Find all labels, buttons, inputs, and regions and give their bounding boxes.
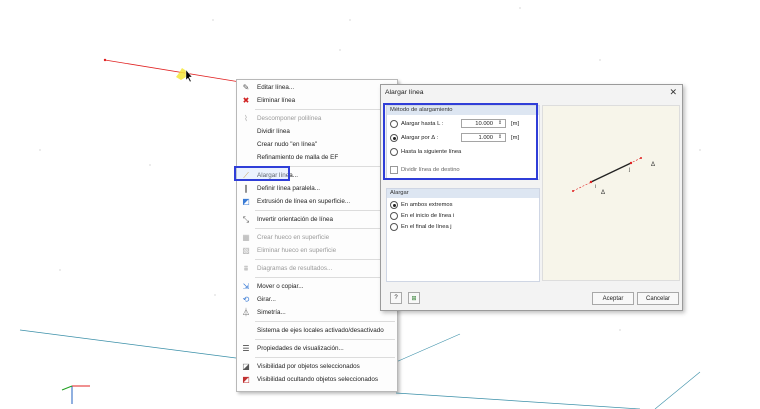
- menu-separator: [255, 357, 395, 358]
- move-icon: ⇲: [242, 282, 250, 291]
- menu-item-delete-line[interactable]: ✖ Eliminar línea: [237, 94, 397, 107]
- menu-item-edit-line[interactable]: ✎ Editar línea...: [237, 81, 397, 94]
- explode-icon: ⌇: [244, 114, 248, 123]
- menu-item-visibility-hiding[interactable]: ◩ Visibilidad ocultando objetos seleccio…: [237, 373, 397, 386]
- invert-icon: ⤡: [242, 214, 250, 224]
- menu-separator: [255, 109, 395, 110]
- dialog-title: Alargar línea: [385, 89, 424, 96]
- menu-item-display-properties[interactable]: ☰ Propiedades de visualización...: [237, 342, 397, 355]
- units-icon[interactable]: ⊞: [408, 292, 420, 304]
- menu-item-result-diagrams[interactable]: ⩩ Diagramas de resultados...: [237, 262, 397, 275]
- delete-hole-icon: ▧: [242, 246, 250, 255]
- preview-label-delta-right: Δ: [651, 162, 655, 168]
- accept-button[interactable]: Aceptar: [592, 292, 634, 305]
- delete-icon: ✖: [242, 96, 250, 105]
- grid-line: [19, 329, 237, 359]
- method-group-highlight: [383, 103, 538, 180]
- mirror-icon: ⏃: [242, 308, 250, 317]
- edit-line-icon: ✎: [242, 83, 250, 92]
- menu-separator: [255, 210, 395, 211]
- menu-item-divide-line[interactable]: Dividir línea: [237, 125, 397, 138]
- hide-icon: ◩: [242, 375, 250, 384]
- axis-gizmo: [61, 385, 90, 404]
- radio-icon: [390, 212, 398, 220]
- extend-group-header: Alargar: [387, 189, 539, 198]
- cancel-button[interactable]: Cancelar: [637, 292, 679, 305]
- help-icon[interactable]: ?: [390, 292, 402, 304]
- menu-item-parallel-line[interactable]: ∥ Definir línea paralela...: [237, 182, 397, 195]
- grid-line: [654, 371, 701, 409]
- menu-item-rotate[interactable]: ⟲ Girar...: [237, 293, 397, 306]
- menu-separator: [255, 339, 395, 340]
- menu-item-invert-orientation[interactable]: ⤡ Invertir orientación de línea: [237, 213, 397, 226]
- radio-line-start[interactable]: En el inicio de línea i: [390, 212, 454, 220]
- menu-separator: [255, 321, 395, 322]
- menu-item-fe-mesh[interactable]: Refinamiento de malla de EF: [237, 151, 397, 164]
- menu-item-create-node[interactable]: Crear nudo "en línea": [237, 138, 397, 151]
- line-start-node: [103, 58, 107, 62]
- selected-line: [104, 59, 241, 83]
- menu-item-move-copy[interactable]: ⇲ Mover o copiar...: [237, 280, 397, 293]
- grid-line: [395, 333, 461, 363]
- menu-item-local-axes[interactable]: Sistema de ejes locales activado/desacti…: [237, 324, 397, 337]
- visibility-icon: ◪: [242, 362, 250, 371]
- menu-separator: [255, 228, 395, 229]
- menu-item-highlight: [234, 166, 290, 181]
- properties-icon: ☰: [242, 344, 250, 353]
- grid-line: [395, 392, 641, 409]
- hole-icon: ▦: [242, 233, 250, 242]
- menu-item-extrude-line[interactable]: ◩ Extrusión de línea en superficie...: [237, 195, 397, 208]
- extrude-icon: ◩: [242, 197, 250, 206]
- radio-icon: [390, 201, 398, 209]
- menu-separator: [255, 277, 395, 278]
- menu-separator: [255, 259, 395, 260]
- radio-both-ends[interactable]: En ambos extremos: [390, 201, 453, 209]
- preview-panel: i j Δ Δ: [542, 105, 680, 281]
- preview-label-delta-left: Δ: [601, 190, 605, 196]
- menu-item-explode-polyline[interactable]: ⌇ Descomponer polilínea: [237, 112, 397, 125]
- context-menu: ✎ Editar línea... ✖ Eliminar línea ⌇ Des…: [236, 79, 398, 392]
- radio-icon: [390, 223, 398, 231]
- menu-item-create-hole[interactable]: ▦ Crear hueco en superficie: [237, 231, 397, 244]
- diagram-icon: ⩩: [243, 263, 249, 273]
- mouse-pointer: [185, 69, 193, 83]
- menu-item-visibility-selected[interactable]: ◪ Visibilidad por objetos seleccionados: [237, 360, 397, 373]
- rotate-icon: ⟲: [242, 295, 250, 304]
- preview-label-j: j: [628, 167, 630, 173]
- preview-label-i: i: [595, 184, 596, 190]
- preview-diagram: i j Δ Δ: [572, 157, 655, 196]
- menu-item-mirror[interactable]: ⏃ Simetría...: [237, 306, 397, 319]
- close-icon[interactable]: ✕: [669, 87, 677, 98]
- menu-item-delete-hole[interactable]: ▧ Eliminar hueco en superficie: [237, 244, 397, 257]
- parallel-line-icon: ∥: [244, 184, 248, 193]
- radio-line-end[interactable]: En el final de línea j: [390, 223, 452, 231]
